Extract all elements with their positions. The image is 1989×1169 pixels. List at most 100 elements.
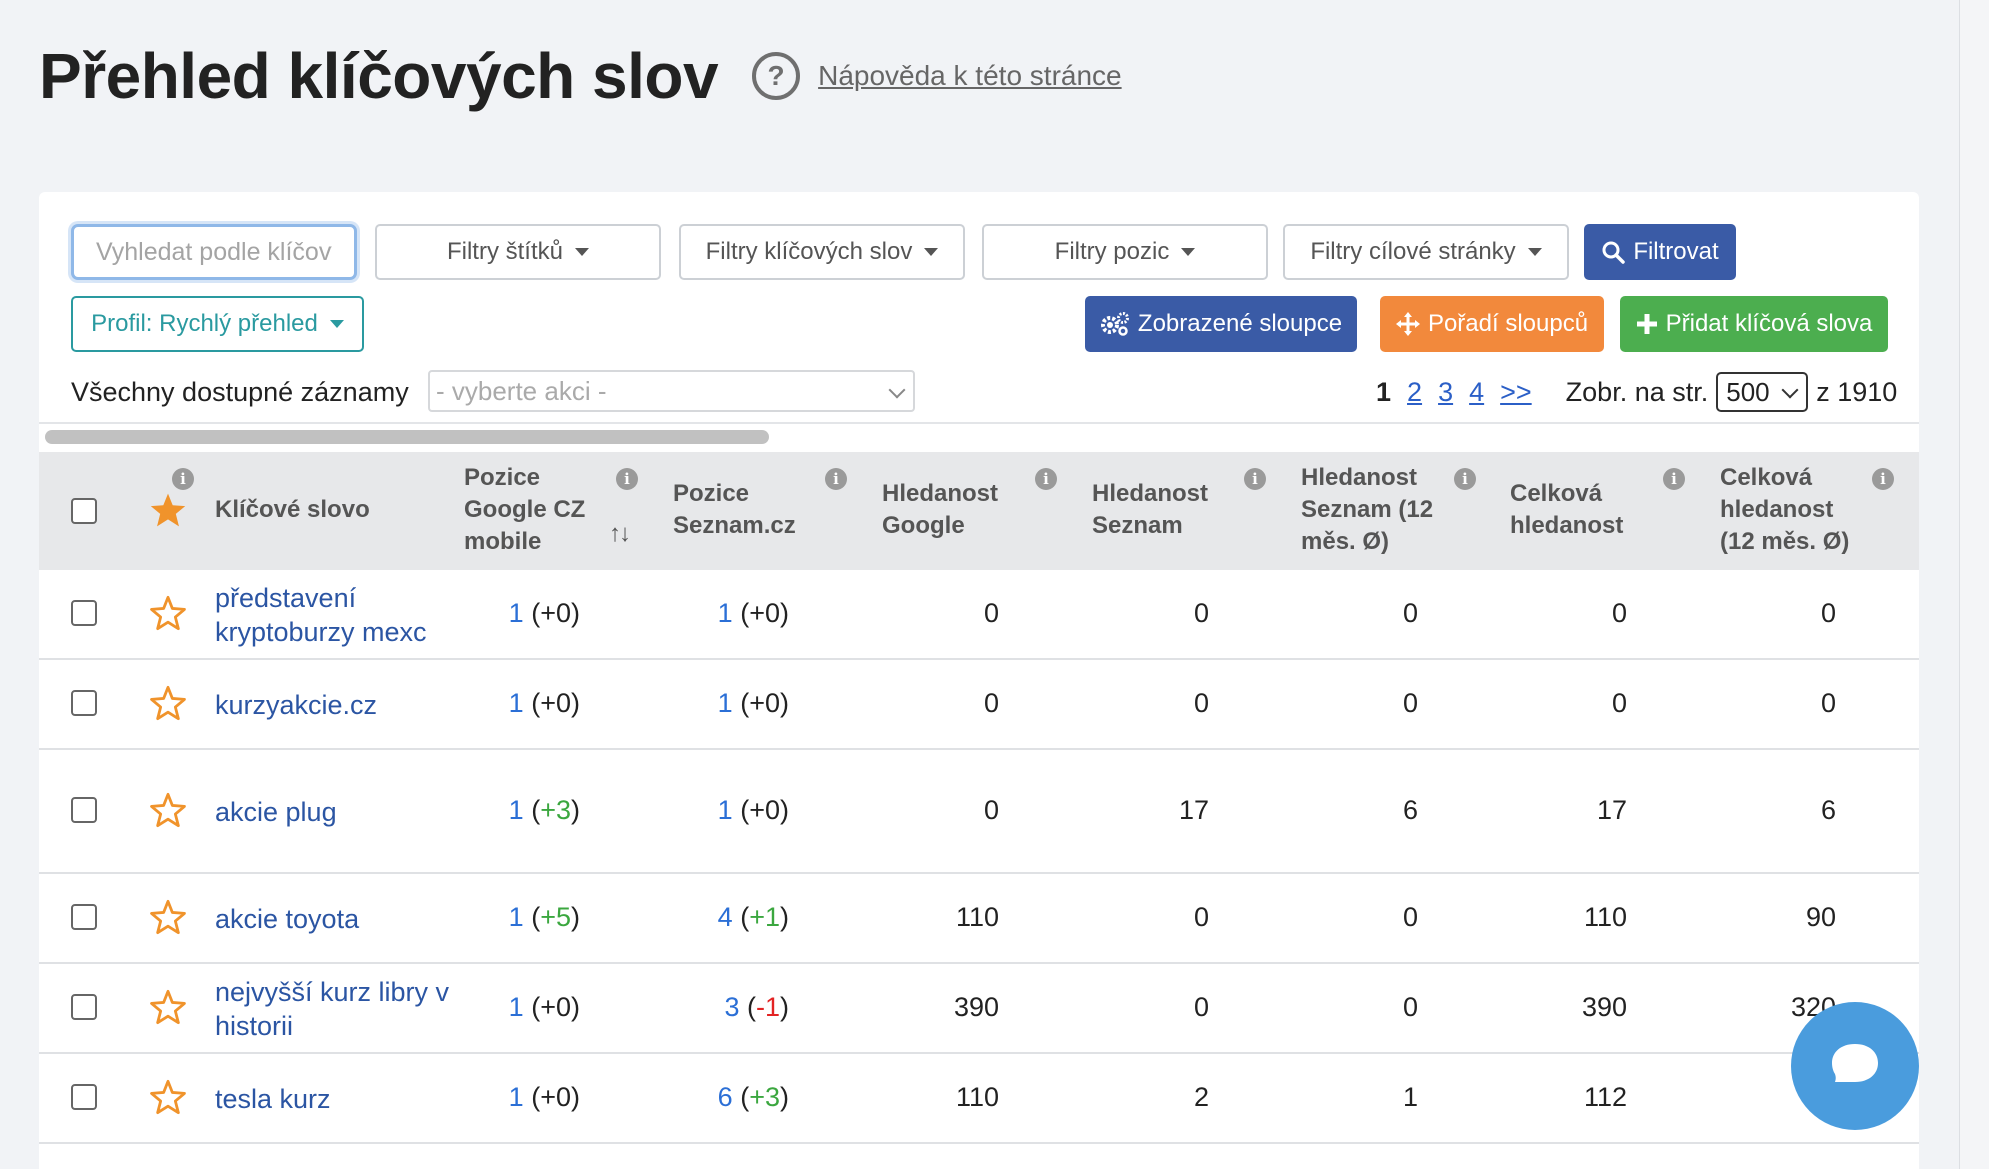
th-seznam-position[interactable]: Pozice Seznam.cz [673,478,823,542]
google-position: 1 (+0) [508,1082,580,1112]
bulk-action-select[interactable]: - vyberte akci - [428,370,915,412]
help-icon[interactable]: ? [752,52,801,100]
th-seznam-search[interactable]: Hledanost Seznam [1092,478,1232,542]
cell-total: 112 [1583,1082,1627,1112]
info-icon[interactable]: i [825,468,847,490]
star-icon[interactable] [149,685,187,726]
row-checkbox[interactable] [71,1084,97,1110]
page-title: Přehled klíčových slov [39,40,719,112]
star-icon[interactable] [149,492,187,533]
th-keyword[interactable]: Klíčové slovo [215,494,425,526]
landing-page-filters-dropdown[interactable]: Filtry cílové stránky [1283,224,1569,280]
chevron-down-icon [888,381,906,399]
position-filters-dropdown[interactable]: Filtry pozic [982,224,1268,280]
th-total-12m[interactable]: Celková hledanost (12 měs. Ø) [1720,462,1870,558]
chat-button[interactable] [1791,1002,1919,1130]
cell-g-search: 110 [955,1082,999,1112]
row-checkbox[interactable] [71,600,97,626]
cell-total: 110 [1583,902,1627,932]
table-row: akcie plug 1 (+3) 1 (+0) 0 17 6 17 6 [39,750,1919,874]
table-row: kurzyakcie.cz 1 (+0) 1 (+0) 0 0 0 0 0 [39,660,1919,750]
star-icon[interactable] [149,1079,187,1120]
google-position: 1 (+0) [508,598,580,628]
page-link-4[interactable]: 4 [1469,377,1484,408]
search-icon [1601,240,1626,264]
info-icon[interactable]: i [1872,468,1894,490]
move-arrows-icon [1395,312,1420,336]
star-icon[interactable] [149,595,187,636]
per-page-select[interactable]: 500 [1716,372,1809,412]
cell-s-12m: 6 [1402,795,1418,825]
cell-g-search: 0 [983,795,999,825]
info-icon[interactable]: i [1035,468,1057,490]
column-order-button[interactable]: Pořadí sloupců [1380,296,1604,352]
table-row: představení kryptoburzy mexc 1 (+0) 1 (+0)… [39,570,1919,660]
horizontal-scrollbar[interactable] [45,430,769,444]
displayed-columns-button[interactable]: Zobrazené sloupce [1085,296,1357,352]
th-seznam-12m[interactable]: Hledanost Seznam (12 měs. Ø) [1301,462,1461,558]
row-checkbox[interactable] [71,994,97,1020]
info-icon[interactable]: i [1454,468,1476,490]
seznam-position: 1 (+0) [717,598,789,628]
filter-button[interactable]: Filtrovat [1584,224,1736,280]
caret-down-icon [575,248,589,256]
chat-bubble-icon [1830,1042,1880,1091]
sort-arrows-icon[interactable]: ↑↓ [609,520,631,548]
cell-total-12m: 90 [1805,902,1836,932]
select-all-checkbox[interactable] [71,498,97,524]
help-link[interactable]: Nápověda k této stránce [818,60,1122,92]
star-icon[interactable] [149,899,187,940]
cell-s-12m: 0 [1402,902,1418,932]
star-icon[interactable] [149,792,187,833]
cell-g-search: 0 [983,688,999,718]
add-keywords-button[interactable]: Přidat klíčová slova [1620,296,1888,352]
plus-icon [1636,313,1658,335]
row-checkbox[interactable] [71,904,97,930]
keyword-search-input[interactable] [71,224,357,280]
seznam-position: 1 (+0) [717,795,789,825]
cell-s-search: 0 [1193,598,1209,628]
row-checkbox[interactable] [71,690,97,716]
th-total-search[interactable]: Celková hledanost [1510,478,1650,542]
seznam-position: 1 (+0) [717,688,789,718]
keyword-link[interactable]: představení kryptoburzy mexc [215,581,455,649]
google-position: 1 (+5) [508,902,580,932]
cell-s-search: 2 [1193,1082,1209,1112]
seznam-position: 6 (+3) [717,1082,789,1112]
page-link-2[interactable]: 2 [1407,377,1422,408]
tag-filters-dropdown[interactable]: Filtry štítků [375,224,661,280]
cell-s-12m: 1 [1402,1082,1418,1112]
google-position: 1 (+0) [508,992,580,1022]
th-google-position[interactable]: Pozice Google CZ mobile [464,462,624,558]
gears-icon [1100,311,1130,337]
keywords-panel: Filtry štítků Filtry klíčových slov Filt… [39,192,1919,1169]
cell-s-search: 0 [1193,688,1209,718]
info-icon[interactable]: i [1244,468,1266,490]
page-link-next[interactable]: >> [1500,377,1532,408]
star-icon[interactable] [149,989,187,1030]
caret-down-icon [924,248,939,256]
info-icon[interactable]: i [1663,468,1685,490]
table-header: i Klíčové slovo Pozice Google CZ mobile … [39,452,1919,570]
cell-g-search: 0 [983,598,999,628]
records-label: Všechny dostupné záznamy [71,377,409,407]
keyword-filters-dropdown[interactable]: Filtry klíčových slov [679,224,965,280]
keyword-link[interactable]: nejvyšší kurz libry v historii [215,975,455,1043]
row-checkbox[interactable] [71,797,97,823]
info-icon[interactable]: i [172,468,194,490]
cell-s-search: 0 [1193,902,1209,932]
th-google-search[interactable]: Hledanost Google [882,478,1022,542]
cell-s-search: 0 [1193,992,1209,1022]
cell-total: 0 [1611,598,1627,628]
cell-total-12m: 6 [1820,795,1836,825]
profile-dropdown[interactable]: Profil: Rychlý přehled [71,296,364,352]
page-link-3[interactable]: 3 [1438,377,1453,408]
info-icon[interactable]: i [616,468,638,490]
per-page-label: Zobr. na str. [1565,376,1709,407]
page-scrollbar[interactable] [1959,0,1989,1169]
current-page: 1 [1376,376,1392,407]
cell-total: 0 [1611,688,1627,718]
table-row: akcie toyota 1 (+5) 4 (+1) 110 0 0 110 90 [39,874,1919,964]
total-count: z 1910 [1816,376,1898,407]
cell-g-search: 390 [953,992,999,1022]
